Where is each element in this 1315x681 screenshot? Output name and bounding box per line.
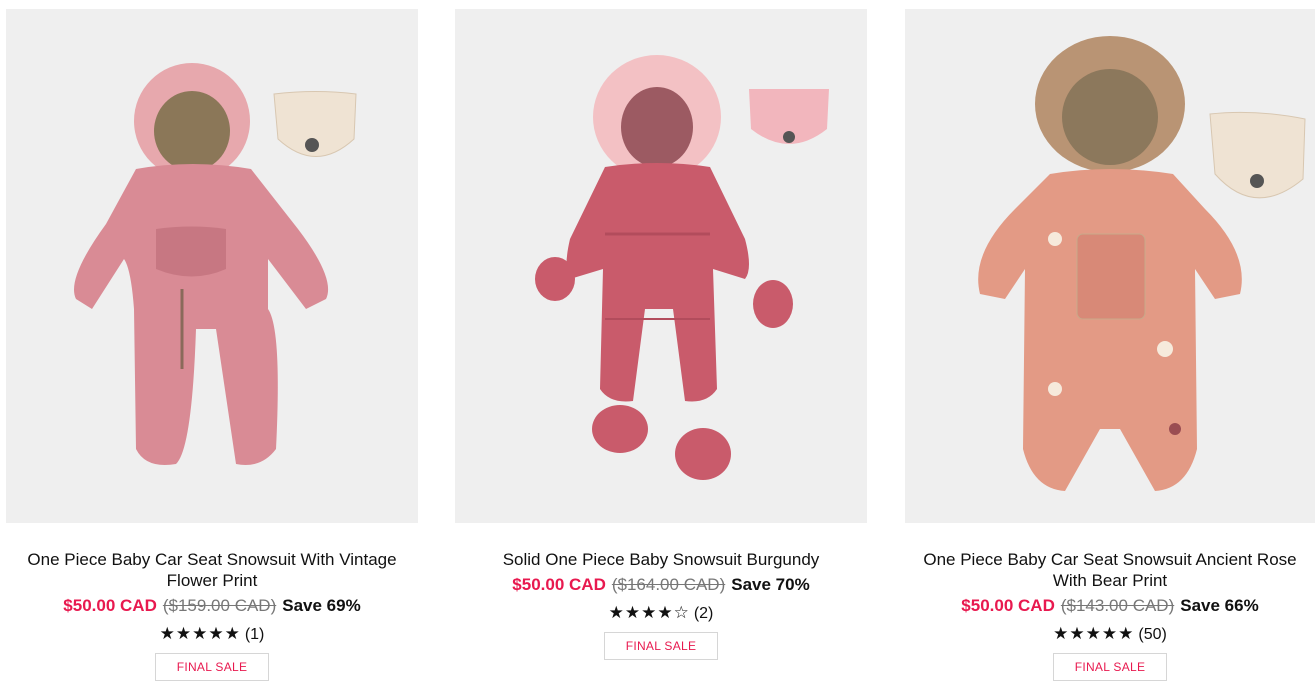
save-percent: Save 66% — [1180, 596, 1259, 615]
product-title[interactable]: Solid One Piece Baby Snowsuit Burgundy — [461, 549, 861, 570]
product-title[interactable]: One Piece Baby Car Seat Snowsuit Ancient… — [910, 549, 1310, 591]
product-image[interactable] — [455, 9, 867, 523]
rating[interactable]: ★★★★★ (1) — [6, 624, 418, 645]
star-rating-icons: ★★★★★ — [1053, 624, 1135, 643]
star-rating-icons: ★★★★★ — [159, 624, 241, 643]
save-percent: Save 69% — [282, 596, 361, 615]
original-price: ($159.00 CAD) — [162, 596, 277, 615]
rose-bear-print-snowsuit-image — [978, 36, 1306, 491]
sale-price: $50.00 CAD — [63, 596, 157, 615]
sale-price: $50.00 CAD — [512, 575, 606, 594]
save-percent: Save 70% — [731, 575, 810, 594]
rating[interactable]: ★★★★★ (50) — [905, 624, 1315, 645]
price-row: $50.00 CAD ($164.00 CAD) Save 70% — [455, 574, 867, 595]
product-grid: One Piece Baby Car Seat Snowsuit With Vi… — [0, 0, 1315, 681]
product-title[interactable]: One Piece Baby Car Seat Snowsuit With Vi… — [12, 549, 412, 591]
price-row: $50.00 CAD ($143.00 CAD) Save 66% — [905, 595, 1315, 616]
product-card[interactable]: Solid One Piece Baby Snowsuit Burgundy $… — [455, 9, 867, 660]
product-card[interactable]: One Piece Baby Car Seat Snowsuit Ancient… — [905, 9, 1315, 681]
review-count: (2) — [693, 605, 714, 622]
review-count: (50) — [1138, 626, 1167, 643]
product-image[interactable] — [905, 9, 1315, 523]
final-sale-badge: FINAL SALE — [1052, 653, 1168, 681]
sale-price: $50.00 CAD — [961, 596, 1055, 615]
review-count: (1) — [244, 626, 265, 643]
final-sale-badge: FINAL SALE — [603, 632, 719, 660]
rating[interactable]: ★★★★☆ (2) — [455, 603, 867, 624]
star-rating-icons: ★★★★☆ — [608, 603, 690, 622]
pink-floral-snowsuit-image — [74, 63, 357, 465]
product-image[interactable] — [6, 9, 418, 523]
price-row: $50.00 CAD ($159.00 CAD) Save 69% — [6, 595, 418, 616]
original-price: ($143.00 CAD) — [1060, 596, 1175, 615]
product-card[interactable]: One Piece Baby Car Seat Snowsuit With Vi… — [6, 9, 418, 681]
final-sale-badge: FINAL SALE — [154, 653, 270, 681]
original-price: ($164.00 CAD) — [611, 575, 726, 594]
burgundy-snowsuit-image — [535, 55, 829, 480]
